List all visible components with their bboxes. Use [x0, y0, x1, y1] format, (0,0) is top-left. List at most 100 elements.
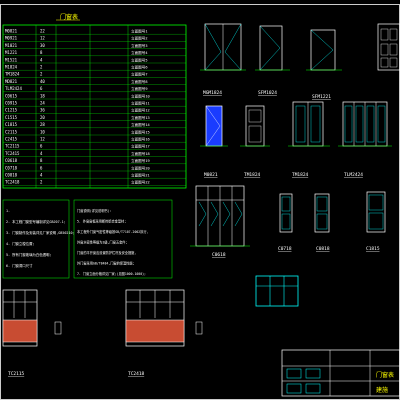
note-right-line: 7. 门窗立面分格详见厂家;(见图1000-1000);	[77, 271, 146, 276]
schedule-cell-code: TC2418	[5, 180, 20, 185]
schedule-cell-count: 4	[40, 173, 43, 178]
note-left-line: 5. 所有门窗玻璃为白色透明;	[6, 252, 51, 257]
schedule-cell-code: TC2115	[5, 144, 20, 149]
schedule-cell-note: 立面图号8	[131, 79, 148, 84]
schedule-cell-count: 10	[40, 129, 45, 134]
sheet-number: 建施	[376, 386, 388, 394]
schedule-cell-code: C2115	[5, 129, 18, 134]
note-right-line: 外门窗采用GB/T8484,门窗的保温性能;	[77, 261, 135, 266]
schedule-frame	[2, 24, 187, 189]
schedule-cell-count: 8	[40, 50, 43, 55]
door-elevation-3	[306, 29, 342, 71]
sheet-border	[0, 4, 400, 400]
schedule-cell-count: 6	[40, 144, 43, 149]
elevation-label: C1815	[366, 246, 380, 252]
schedule-cell-count: 30	[40, 43, 45, 48]
schedule-cell-note: 立面图号10	[131, 93, 150, 98]
note-left-line: 2. 本工程门窗型号编制详见GBJ07-1;	[6, 219, 66, 224]
schedule-cell-note: 立面图号13	[131, 115, 150, 120]
schedule-cell-count: 4	[40, 151, 43, 156]
window-elevation-13	[255, 275, 299, 307]
schedule-cell-code: C2415	[5, 137, 18, 142]
elevation-label: TLM2424	[344, 172, 363, 178]
elevation-label: M0821	[204, 172, 218, 178]
schedule-cell-code: C0718	[5, 165, 18, 170]
elevation-label: TM1824	[244, 172, 261, 178]
notes-left: 1. 2. 本工程门窗型号编制详见GBJ07-1; 3. 门窗制作及安装详见厂家说明…	[2, 199, 75, 279]
schedule-cell-note: 立面图号9	[131, 86, 148, 91]
door-elevation-2	[255, 25, 290, 71]
schedule-cell-code: M1824	[5, 65, 18, 70]
schedule-rows: M0821 22 立面图号1M0921 12 立面图号2M1021 30 立面图号3M122…	[3, 25, 186, 188]
schedule-cell-count: 8	[40, 158, 43, 163]
schedule-cell-count: 36	[40, 108, 45, 113]
schedule-cell-note: 立面图号12	[131, 108, 150, 113]
schedule-cell-count: 6	[40, 86, 43, 91]
schedule-cell-note: 立面图号6	[131, 65, 148, 70]
schedule-cell-code: M0921	[5, 36, 18, 41]
schedule-cell-count: 28	[40, 122, 45, 127]
elevation-label: SFM1221	[312, 94, 331, 100]
schedule-cell-note: 立面图号14	[131, 122, 150, 127]
door-elevation-1	[200, 23, 246, 71]
notes-right: 门窗说明(详见说明书): 5. 外窗窗框采用断热铝合金型材; 本工程外门窗气密性等级…	[73, 199, 173, 279]
note-right-line: 外窗水密性等级为3级,门窗五金件;	[77, 240, 127, 245]
elevation-label: MGM1824	[203, 90, 222, 96]
schedule-cell-code: C1815	[5, 122, 18, 127]
schedule-cell-note: 立面图号4	[131, 50, 148, 55]
schedule-cell-code: TLM2424	[5, 86, 22, 91]
door-elevation-5	[200, 105, 228, 147]
note-left-line: 6. 门窗洞口尺寸	[6, 263, 33, 268]
cad-drawing: 门窗表 M0821 22 立面图号1M0921 12 立面图号2M1021 30 立面图号3…	[0, 4, 400, 400]
schedule-cell-count: 4	[40, 57, 43, 62]
schedule-cell-count: 24	[40, 101, 45, 106]
schedule-cell-code: M1221	[5, 50, 18, 55]
schedule-cell-count: 12	[40, 36, 45, 41]
schedule-cell-count: 12	[40, 137, 45, 142]
note-left-line: 4. 门窗立樘位置;	[6, 241, 35, 246]
schedule-cell-count: 2	[40, 65, 43, 70]
schedule-cell-code: C0615	[5, 93, 18, 98]
elevation-label: C0718	[278, 246, 292, 252]
schedule-cell-note: 立面图号21	[131, 173, 150, 178]
schedule-cell-count: 2	[40, 180, 43, 185]
schedule-table: 门窗表 M0821 22 立面图号1M0921 12 立面图号2M1021 30 立面图号3…	[2, 13, 187, 189]
door-elevation-8	[338, 101, 392, 147]
schedule-cell-count: 22	[40, 29, 45, 34]
door-elevation-4	[377, 23, 400, 71]
schedule-cell-note: 立面图号17	[131, 144, 150, 149]
elevation-label: C0818	[316, 246, 330, 252]
schedule-cell-note: 立面图号11	[131, 101, 150, 106]
schedule-cell-note: 立面图号15	[131, 129, 150, 134]
schedule-cell-count: 2	[40, 72, 43, 77]
window-elevation-10	[279, 193, 293, 233]
title-block: 门窗表 建施	[281, 349, 400, 397]
elevation-label: TC2115	[8, 371, 25, 377]
schedule-cell-note: 立面图号2	[131, 36, 148, 41]
schedule-cell-note: 立面图号3	[131, 43, 148, 48]
door-elevation-9	[190, 185, 250, 247]
door-elevation-6	[240, 105, 270, 147]
note-right-line: 门窗说明(详见说明书):	[77, 208, 112, 213]
note-left-line: 1.	[6, 209, 10, 213]
schedule-cell-code: C1215	[5, 108, 18, 113]
schedule-cell-note: 立面图号20	[131, 165, 150, 170]
schedule-cell-code: C0818	[5, 173, 18, 178]
window-elevation-12	[366, 191, 386, 233]
schedule-cell-code: TM1824	[5, 72, 20, 77]
schedule-cell-code: MD821	[5, 79, 18, 84]
elevation-label: C0618	[212, 252, 226, 258]
door-elevation-7	[288, 101, 330, 147]
elevation-label: TC2418	[128, 371, 145, 377]
elevation-label: SFM1024	[258, 90, 277, 96]
schedule-cell-count: 40	[40, 79, 45, 84]
schedule-cell-note: 立面图号22	[131, 180, 150, 185]
schedule-cell-note: 立面图号7	[131, 72, 148, 77]
schedule-cell-code: TC2415	[5, 151, 20, 156]
elevation-drawings	[2, 23, 400, 347]
schedule-cell-code: M1521	[5, 57, 18, 62]
window-elevation-14	[2, 289, 62, 347]
schedule-cell-note: 立面图号19	[131, 158, 150, 163]
note-right-line: 门窗的平开窗应设置防护栏杆及安全措施,	[77, 250, 136, 255]
elevation-label: TM1824	[292, 172, 309, 178]
